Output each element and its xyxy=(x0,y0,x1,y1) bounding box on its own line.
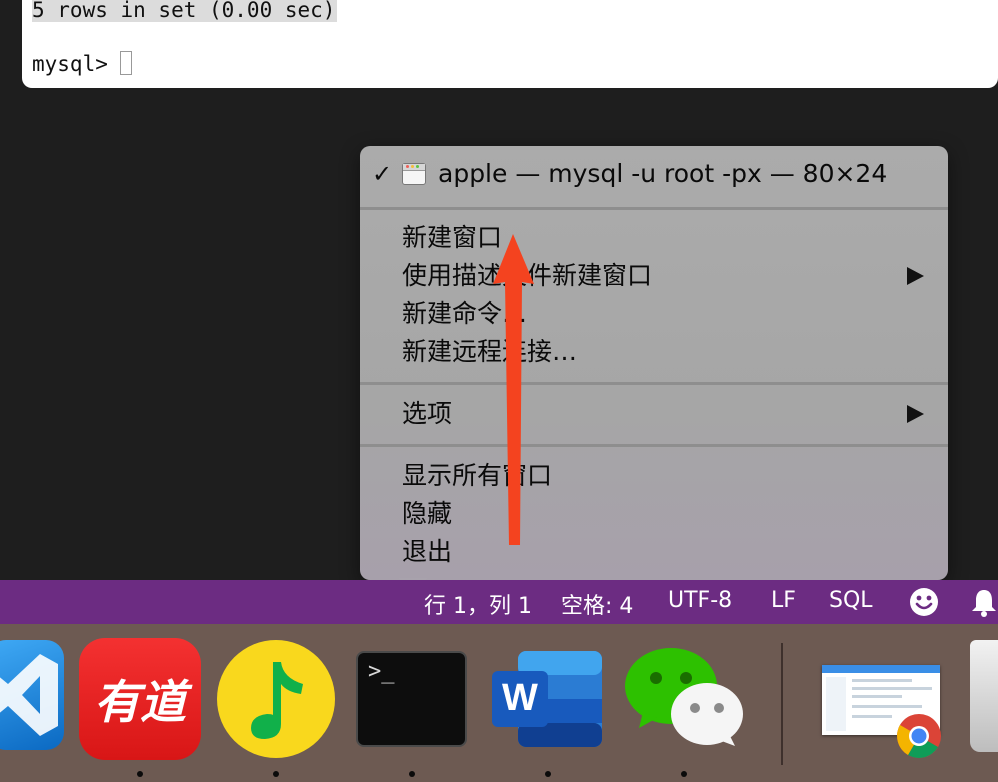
smiley-icon[interactable] xyxy=(909,587,939,617)
running-indicator xyxy=(273,771,279,777)
menu-item-show-all-windows[interactable]: 显示所有窗口 xyxy=(402,460,552,492)
chrome-icon[interactable] xyxy=(896,713,942,759)
language-mode[interactable]: SQL xyxy=(829,588,873,613)
encoding-setting[interactable]: UTF-8 xyxy=(668,588,732,613)
menu-item-options[interactable]: 选项 xyxy=(402,398,452,430)
menu-item-new-command[interactable]: 新建命令… xyxy=(402,298,527,330)
dock-divider xyxy=(781,643,783,765)
menu-item-new-window-with-profile[interactable]: 使用描述文件新建窗口 xyxy=(402,260,652,292)
qq-music-icon[interactable] xyxy=(217,640,335,758)
running-indicator xyxy=(545,771,551,777)
menu-separator xyxy=(360,207,948,210)
word-icon[interactable]: W xyxy=(492,651,602,747)
terminal-cursor xyxy=(119,51,132,75)
terminal-window[interactable]: 5 rows in set (0.00 sec) mysql> xyxy=(22,0,998,88)
vscode-icon[interactable] xyxy=(0,640,64,750)
terminal-output-line: 5 rows in set (0.00 sec) xyxy=(32,0,338,22)
trash-icon[interactable] xyxy=(970,640,998,752)
submenu-arrow-icon xyxy=(907,405,924,423)
editor-status-bar: 行 1，列 1 空格: 4 UTF-8 LF SQL xyxy=(0,580,998,624)
bell-icon[interactable] xyxy=(970,588,998,618)
wechat-icon[interactable] xyxy=(625,648,743,748)
terminal-prompt: mysql> xyxy=(32,52,108,76)
menu-window-title: apple — mysql -u root -px — 80×24 xyxy=(438,159,888,188)
checkmark-icon: ✓ xyxy=(372,160,393,188)
submenu-arrow-icon xyxy=(907,267,924,285)
window-icon xyxy=(402,163,426,185)
indentation-setting[interactable]: 空格: 4 xyxy=(561,588,633,620)
terminal-icon[interactable]: >_ xyxy=(356,651,467,747)
terminal-prompt-line[interactable]: mysql> xyxy=(32,51,132,76)
menu-item-quit[interactable]: 退出 xyxy=(402,536,452,568)
running-indicator xyxy=(681,771,687,777)
youdao-icon[interactable]: 有道 xyxy=(79,638,201,760)
running-indicator xyxy=(409,771,415,777)
running-indicator xyxy=(137,771,143,777)
menu-item-new-remote-connection[interactable]: 新建远程连接… xyxy=(402,336,577,368)
menu-item-hide[interactable]: 隐藏 xyxy=(402,498,452,530)
dock-context-menu: ✓ apple — mysql -u root -px — 80×24 新建窗口… xyxy=(360,146,948,580)
line-ending-setting[interactable]: LF xyxy=(771,588,796,613)
menu-item-window[interactable]: ✓ apple — mysql -u root -px — 80×24 xyxy=(372,158,887,190)
menu-separator xyxy=(360,382,948,385)
cursor-position[interactable]: 行 1，列 1 xyxy=(424,588,532,620)
menu-item-new-window[interactable]: 新建窗口 xyxy=(402,222,502,254)
menu-separator xyxy=(360,444,948,447)
